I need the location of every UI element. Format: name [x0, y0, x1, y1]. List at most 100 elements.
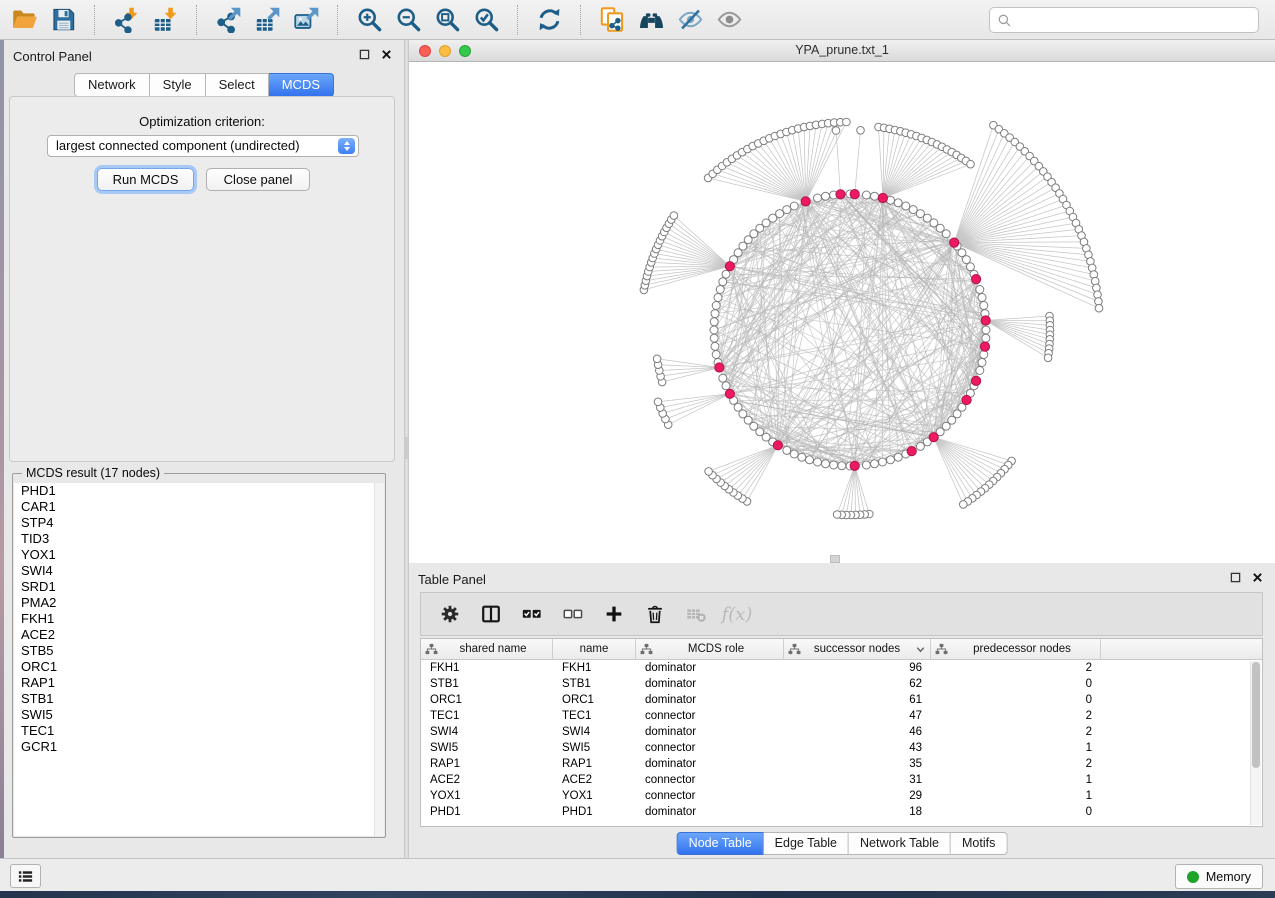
table-scrollbar[interactable]	[1250, 661, 1261, 825]
graph-node[interactable]	[710, 318, 718, 326]
export-image-icon[interactable]	[292, 6, 320, 34]
graph-node[interactable]	[976, 367, 984, 375]
graph-node[interactable]	[982, 326, 990, 334]
export-table-icon[interactable]	[253, 6, 281, 34]
graph-node[interactable]	[832, 127, 840, 135]
graph-node[interactable]	[711, 310, 719, 318]
float-panel-icon[interactable]	[1230, 572, 1241, 583]
graph-node[interactable]	[814, 194, 822, 202]
graph-node[interactable]	[871, 192, 879, 200]
graph-node[interactable]	[862, 461, 870, 469]
graph-node[interactable]	[783, 446, 791, 454]
mcds-result-item[interactable]: SWI4	[14, 563, 384, 579]
graph-node[interactable]	[722, 270, 730, 278]
mcds-node[interactable]	[773, 441, 782, 450]
graph-node[interactable]	[830, 461, 838, 469]
close-panel-button[interactable]: Close panel	[206, 168, 310, 191]
mcds-node[interactable]	[878, 193, 887, 202]
graph-node[interactable]	[894, 199, 902, 207]
zoom-out-icon[interactable]	[394, 6, 422, 34]
tab-motifs[interactable]: Motifs	[951, 832, 1007, 855]
table-row[interactable]: SWI4SWI4dominator462	[421, 724, 1262, 740]
table-row[interactable]: YOX1YOX1connector291	[421, 788, 1262, 804]
mcds-node[interactable]	[950, 238, 959, 247]
tab-network-table[interactable]: Network Table	[849, 832, 951, 855]
graph-node[interactable]	[653, 355, 661, 363]
mcds-result-item[interactable]: CAR1	[14, 499, 384, 515]
binoculars-icon[interactable]	[637, 6, 665, 34]
close-panel-icon[interactable]	[1252, 572, 1263, 583]
float-panel-icon[interactable]	[359, 49, 370, 60]
scrollbar-thumb[interactable]	[1252, 662, 1260, 768]
mcds-result-item[interactable]: ACE2	[14, 627, 384, 643]
graph-node[interactable]	[980, 302, 988, 310]
mcds-result-item[interactable]: STB1	[14, 691, 384, 707]
save-icon[interactable]	[49, 6, 77, 34]
graph-node[interactable]	[887, 456, 895, 464]
graph-node[interactable]	[776, 210, 784, 218]
graph-node[interactable]	[857, 127, 865, 135]
column-header-mcds-role[interactable]: MCDS role	[636, 639, 784, 659]
graph-node[interactable]	[942, 230, 950, 238]
sort-desc-icon[interactable]	[915, 644, 926, 655]
select-all-icon[interactable]	[520, 602, 544, 626]
window-minimize-icon[interactable]	[439, 45, 451, 57]
graph-node[interactable]	[862, 191, 870, 199]
graph-node[interactable]	[838, 462, 846, 470]
mcds-node[interactable]	[929, 433, 938, 442]
network-window-titlebar[interactable]: YPA_prune.txt_1	[409, 40, 1275, 62]
delete-icon[interactable]	[643, 602, 667, 626]
graph-node[interactable]	[1044, 354, 1052, 362]
mcds-node[interactable]	[907, 447, 916, 456]
mcds-result-item[interactable]: STB5	[14, 643, 384, 659]
graph-node[interactable]	[806, 456, 814, 464]
mcds-node[interactable]	[801, 197, 810, 206]
horizontal-splitter-grip[interactable]	[830, 555, 840, 563]
gear-icon[interactable]	[438, 602, 462, 626]
tab-select[interactable]: Select	[206, 73, 269, 97]
graph-node[interactable]	[978, 359, 986, 367]
criterion-select[interactable]: largest connected component (undirected)	[47, 135, 359, 157]
table-row[interactable]: TEC1TEC1connector472	[421, 708, 1262, 724]
graph-node[interactable]	[980, 351, 988, 359]
column-header-name[interactable]: name	[553, 639, 636, 659]
zoom-selected-icon[interactable]	[472, 6, 500, 34]
mcds-result-item[interactable]: PMA2	[14, 595, 384, 611]
graph-node[interactable]	[716, 286, 724, 294]
zoom-fit-icon[interactable]	[433, 6, 461, 34]
table-row[interactable]: STB1STB1dominator620	[421, 676, 1262, 692]
mcds-node[interactable]	[715, 363, 724, 372]
column-header-shared-name[interactable]: shared name	[421, 639, 553, 659]
mcds-node[interactable]	[972, 275, 981, 284]
open-folder-icon[interactable]	[10, 6, 38, 34]
table-row[interactable]: RAP1RAP1dominator352	[421, 756, 1262, 772]
graph-node[interactable]	[705, 468, 713, 476]
columns-icon[interactable]	[479, 602, 503, 626]
graph-node[interactable]	[879, 458, 887, 466]
table-row[interactable]: ACE2ACE2connector311	[421, 772, 1262, 788]
add-icon[interactable]	[602, 602, 626, 626]
graph-node[interactable]	[712, 351, 720, 359]
mcds-result-item[interactable]: TEC1	[14, 723, 384, 739]
graph-node[interactable]	[654, 398, 662, 406]
graph-node[interactable]	[719, 278, 727, 286]
graph-node[interactable]	[871, 460, 879, 468]
column-header-predecessor-nodes[interactable]: predecessor nodes	[931, 639, 1101, 659]
window-close-icon[interactable]	[419, 45, 431, 57]
graph-node[interactable]	[670, 212, 678, 220]
graph-node[interactable]	[902, 202, 910, 210]
graph-node[interactable]	[960, 501, 968, 509]
mcds-result-item[interactable]: RAP1	[14, 675, 384, 691]
zoom-in-icon[interactable]	[355, 6, 383, 34]
refresh-icon[interactable]	[535, 6, 563, 34]
hide-selected-icon[interactable]	[676, 6, 704, 34]
mcds-result-item[interactable]: STP4	[14, 515, 384, 531]
graph-node[interactable]	[894, 453, 902, 461]
tab-mcds[interactable]: MCDS	[269, 73, 334, 97]
graph-node[interactable]	[978, 294, 986, 302]
graph-node[interactable]	[712, 302, 720, 310]
graph-node[interactable]	[790, 450, 798, 458]
window-maximize-icon[interactable]	[459, 45, 471, 57]
graph-node[interactable]	[710, 334, 718, 342]
mcds-result-item[interactable]: FKH1	[14, 611, 384, 627]
